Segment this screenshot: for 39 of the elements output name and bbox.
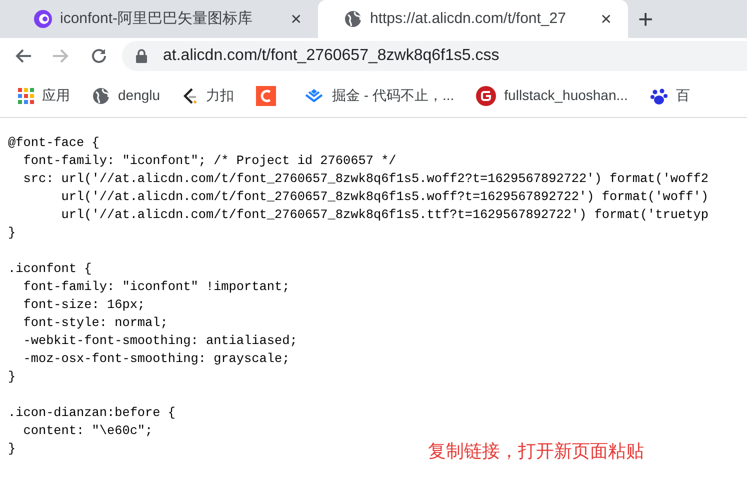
code-line: } <box>8 369 16 384</box>
bookmark[interactable] <box>256 86 276 106</box>
code-line: font-size: 16px; <box>22 297 146 312</box>
chevron-logo-icon <box>304 88 324 104</box>
g-logo-icon <box>476 86 496 106</box>
bookmark[interactable]: 掘金 - 代码不止，... <box>304 85 454 106</box>
code-line: font-style: normal; <box>22 315 168 330</box>
browser-tab[interactable]: iconfont-阿里巴巴矢量图标库 ✕ <box>8 0 318 38</box>
c-logo-icon <box>256 86 276 106</box>
globe-icon <box>344 10 362 28</box>
bookmark[interactable]: denglu <box>92 85 160 106</box>
code-line: -moz-osx-font-smoothing: grayscale; <box>22 351 290 366</box>
code-line: .icon-dianzan:before { <box>8 405 176 420</box>
bookmark[interactable]: 力扣 <box>182 85 234 106</box>
code-line: .iconfont { <box>8 261 92 276</box>
code-line: font-family: "iconfont"; /* Project id 2760657 */ <box>22 153 396 168</box>
code-line: } <box>8 441 16 456</box>
code-line: url('//at.alicdn.com/t/font_2760657_8zwk8q6f1s5.ttf?t=1629567892722') format('truetyp <box>60 207 708 222</box>
new-tab-button[interactable]: + <box>628 6 664 32</box>
address-bar[interactable]: at.alicdn.com/t/font_2760657_8zwk8q6f1s5.css <box>122 41 747 71</box>
bracket-logo-icon <box>182 86 198 104</box>
apps-grid-icon <box>18 88 34 104</box>
paw-icon <box>650 86 668 104</box>
code-line: @font-face { <box>8 135 100 150</box>
bookmark[interactable]: 百 <box>650 85 690 106</box>
code-line: } <box>8 225 16 240</box>
bookmark[interactable]: fullstack_huoshan... <box>476 85 628 106</box>
globe-icon <box>92 86 110 104</box>
annotation-text: 复制链接，打开新页面粘贴 <box>428 440 644 463</box>
code-line: -webkit-font-smoothing: antialiased; <box>22 333 298 348</box>
lock-icon <box>136 49 147 63</box>
code-line: url('//at.alicdn.com/t/font_2760657_8zwk8q6f1s5.woff?t=1629567892722') format('woff') <box>60 189 708 204</box>
browser-tab[interactable]: https://at.alicdn.com/t/font_27 ✕ <box>318 0 628 38</box>
swirl-logo-icon <box>34 10 52 28</box>
code-line: font-family: "iconfont" !important; <box>22 279 290 294</box>
code-line: content: "\e60c"; <box>22 423 153 438</box>
bookmark[interactable]: 应用 <box>18 85 70 106</box>
code-line: src: url('//at.alicdn.com/t/font_2760657_8zwk8q6f1s5.woff2?t=1629567892722') format('woff2 <box>22 171 708 186</box>
url-text: at.alicdn.com/t/font_2760657_8zwk8q6f1s5.css <box>163 46 500 66</box>
